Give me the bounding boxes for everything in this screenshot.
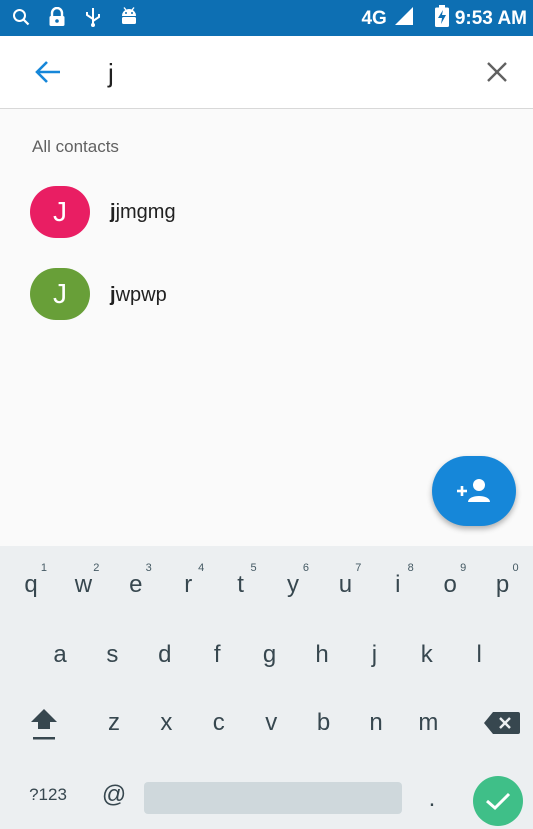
backspace-key[interactable]: [478, 694, 526, 752]
avatar: J: [30, 268, 90, 320]
key-k[interactable]: k: [403, 626, 451, 684]
key-t[interactable]: t5: [217, 556, 265, 614]
key-q[interactable]: q1: [7, 556, 55, 614]
at-key[interactable]: @: [90, 766, 138, 824]
key-j[interactable]: j: [350, 626, 398, 684]
symbols-key[interactable]: ?123: [18, 766, 78, 824]
search-header: j: [0, 36, 533, 109]
key-x[interactable]: x: [142, 694, 190, 752]
clear-search-button[interactable]: [479, 54, 515, 90]
key-hint: 1: [40, 562, 47, 574]
back-button[interactable]: [30, 54, 66, 90]
soft-keyboard: q1w2e3r4t5y6u7i8o9p0 asdfghjkl zxcvbnm ?…: [0, 546, 533, 829]
key-y[interactable]: y6: [269, 556, 317, 614]
key-hint: 7: [355, 562, 362, 574]
add-person-icon: [457, 479, 490, 502]
key-l[interactable]: l: [455, 626, 503, 684]
search-input[interactable]: j: [108, 58, 114, 89]
key-c[interactable]: c: [195, 694, 243, 752]
shift-icon: [31, 709, 57, 740]
checkmark-icon: [486, 792, 511, 811]
contact-item[interactable]: J jwpwp: [0, 260, 533, 332]
arrow-left-icon: [35, 61, 60, 83]
key-g[interactable]: g: [246, 626, 294, 684]
key-h[interactable]: h: [298, 626, 346, 684]
key-o[interactable]: o9: [426, 556, 474, 614]
key-hint: 6: [302, 562, 309, 574]
key-hint: 8: [407, 562, 414, 574]
status-bar: 4G 9:53 AM: [0, 0, 533, 36]
keyboard-row: q1w2e3r4t5y6u7i8o9p0: [0, 556, 533, 616]
close-icon: [487, 62, 507, 82]
key-v[interactable]: v: [247, 694, 295, 752]
key-e[interactable]: e3: [112, 556, 160, 614]
key-z[interactable]: z: [90, 694, 138, 752]
key-i[interactable]: i8: [374, 556, 422, 614]
key-hint: 9: [460, 562, 467, 574]
battery-charging-icon: [434, 5, 449, 33]
key-r[interactable]: r4: [164, 556, 212, 614]
key-a[interactable]: a: [36, 626, 84, 684]
key-f[interactable]: f: [193, 626, 241, 684]
android-icon: [118, 6, 140, 28]
space-key[interactable]: [144, 782, 402, 814]
enter-key[interactable]: [473, 776, 523, 826]
search-icon: [10, 6, 32, 28]
period-key[interactable]: .: [408, 770, 456, 828]
key-m[interactable]: m: [404, 694, 452, 752]
network-type: 4G: [361, 8, 387, 29]
contact-name: jjmgmg: [110, 201, 176, 223]
lock-icon: [46, 6, 68, 28]
clock: 9:53 AM: [454, 8, 527, 29]
shift-key[interactable]: [20, 694, 68, 752]
signal-icon: [393, 6, 415, 32]
key-hint: 0: [512, 562, 519, 574]
avatar: J: [30, 186, 90, 238]
key-hint: 3: [145, 562, 152, 574]
key-p[interactable]: p0: [479, 556, 527, 614]
keyboard-row: zxcvbnm: [0, 694, 533, 754]
key-s[interactable]: s: [88, 626, 136, 684]
key-w[interactable]: w2: [59, 556, 107, 614]
section-title: All contacts: [32, 137, 119, 156]
key-hint: 4: [198, 562, 205, 574]
key-hint: 5: [250, 562, 257, 574]
key-d[interactable]: d: [141, 626, 189, 684]
usb-icon: [82, 6, 104, 28]
key-u[interactable]: u7: [321, 556, 369, 614]
key-hint: 2: [93, 562, 100, 574]
keyboard-row: asdfghjkl: [0, 626, 533, 686]
key-b[interactable]: b: [300, 694, 348, 752]
contact-item[interactable]: J jjmgmg: [0, 176, 533, 248]
contact-name: jwpwp: [110, 284, 167, 306]
backspace-icon: [484, 712, 520, 734]
add-contact-button[interactable]: [432, 456, 516, 526]
key-n[interactable]: n: [352, 694, 400, 752]
